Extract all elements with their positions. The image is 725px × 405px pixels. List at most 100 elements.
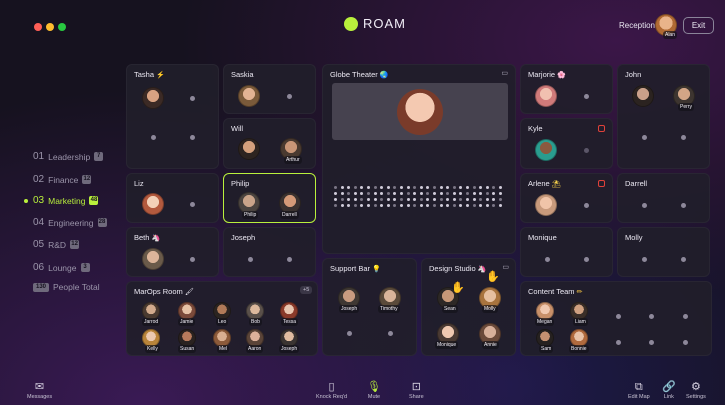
empty-seat[interactable] bbox=[190, 135, 195, 140]
avatar[interactable] bbox=[632, 85, 654, 107]
empty-seat[interactable] bbox=[649, 314, 654, 319]
floor-number: 04 bbox=[33, 217, 45, 228]
audience-seat bbox=[353, 192, 357, 195]
audience-seat bbox=[499, 192, 502, 195]
room-design-studio[interactable]: Design Studio 🦄 ▭ ✋ Sean ✋ Molly Monique… bbox=[421, 258, 516, 356]
floor-count-badge: 12 bbox=[70, 240, 80, 249]
room-arlene[interactable]: Arlene ⛱ bbox=[520, 173, 613, 223]
empty-seat[interactable] bbox=[584, 148, 589, 153]
empty-seat[interactable] bbox=[584, 203, 589, 208]
room-tasha[interactable]: Tasha ⚡ bbox=[126, 64, 219, 169]
audience-seat bbox=[439, 204, 443, 207]
share-button[interactable]: ⊡ Share bbox=[409, 380, 424, 400]
exit-button[interactable]: Exit bbox=[683, 17, 714, 34]
floor-finance[interactable]: 02 Finance 12 bbox=[33, 174, 92, 185]
room-monique[interactable]: Monique bbox=[520, 227, 613, 277]
room-name: John bbox=[625, 70, 642, 79]
audience-seat bbox=[334, 192, 337, 195]
audience-seat bbox=[373, 192, 377, 195]
empty-seat[interactable] bbox=[616, 314, 621, 319]
empty-seat[interactable] bbox=[545, 257, 550, 262]
empty-seat[interactable] bbox=[681, 135, 686, 140]
room-beth[interactable]: Beth 🦄 bbox=[126, 227, 219, 277]
window-close-dot[interactable] bbox=[34, 23, 42, 31]
floor-leadership[interactable]: 01 Leadership 7 bbox=[33, 151, 104, 162]
empty-seat[interactable] bbox=[248, 257, 253, 262]
audience-seat bbox=[466, 192, 469, 195]
empty-seat[interactable] bbox=[190, 96, 195, 101]
room-darrell[interactable]: Darrell bbox=[617, 173, 710, 223]
avatar[interactable] bbox=[142, 248, 164, 270]
empty-seat[interactable] bbox=[388, 331, 393, 336]
avatar-name: Susan bbox=[178, 345, 197, 353]
empty-seat[interactable] bbox=[683, 340, 688, 345]
avatar[interactable] bbox=[535, 139, 557, 161]
empty-seat[interactable] bbox=[190, 257, 195, 262]
window-minimize-dot[interactable] bbox=[46, 23, 54, 31]
room-john[interactable]: John Perry bbox=[617, 64, 710, 169]
room-molly[interactable]: Molly bbox=[617, 227, 710, 277]
overflow-count-badge[interactable]: +5 bbox=[300, 286, 313, 294]
room-support-bar[interactable]: Support Bar 💡 Joseph Timothy bbox=[322, 258, 417, 356]
empty-seat[interactable] bbox=[642, 135, 647, 140]
empty-seat[interactable] bbox=[616, 340, 621, 345]
room-joseph[interactable]: Joseph bbox=[223, 227, 316, 277]
empty-seat[interactable] bbox=[190, 202, 195, 207]
room-will[interactable]: Will Arthur bbox=[223, 118, 316, 169]
room-marjorie[interactable]: Marjorie 🌸 bbox=[520, 64, 613, 114]
messages-button[interactable]: ✉ Messages bbox=[27, 380, 52, 400]
avatar-name: Leo bbox=[216, 318, 229, 326]
avatar-name: Timothy bbox=[378, 305, 400, 313]
room-saskia[interactable]: Saskia bbox=[223, 64, 316, 114]
empty-seat[interactable] bbox=[584, 94, 589, 99]
floor-number: 06 bbox=[33, 262, 45, 273]
screen-share-icon[interactable]: ▭ bbox=[502, 263, 509, 271]
floor-number: 01 bbox=[33, 151, 45, 162]
audience-seat bbox=[400, 204, 403, 207]
room-kyle[interactable]: Kyle bbox=[520, 118, 613, 169]
room-name: Molly bbox=[625, 233, 643, 242]
empty-seat[interactable] bbox=[681, 257, 686, 262]
room-liz[interactable]: Liz bbox=[126, 173, 219, 223]
floor-lounge[interactable]: 06 Lounge 3 bbox=[33, 262, 90, 273]
avatar[interactable] bbox=[238, 138, 260, 160]
room-name: Content Team ✏ bbox=[528, 287, 583, 296]
audience-seat bbox=[499, 204, 502, 207]
mute-button[interactable]: 🎙 Mute bbox=[367, 380, 381, 400]
floor-engineering[interactable]: 04 Engineering 28 bbox=[33, 217, 107, 228]
edit-map-button[interactable]: ⧉ Edit Map bbox=[628, 380, 650, 400]
knock-required-button[interactable]: ▯ Knock Req'd bbox=[316, 380, 347, 400]
link-button[interactable]: 🔗 Link bbox=[662, 380, 676, 400]
empty-seat[interactable] bbox=[584, 257, 589, 262]
avatar[interactable] bbox=[535, 85, 557, 107]
empty-seat[interactable] bbox=[681, 203, 686, 208]
floor-number: 05 bbox=[33, 239, 45, 250]
avatar-name: Joseph bbox=[339, 305, 360, 313]
empty-seat[interactable] bbox=[287, 257, 292, 262]
empty-seat[interactable] bbox=[642, 257, 647, 262]
window-maximize-dot[interactable] bbox=[58, 23, 66, 31]
empty-seat[interactable] bbox=[151, 135, 156, 140]
floor-number: 02 bbox=[33, 174, 45, 185]
empty-seat[interactable] bbox=[649, 340, 654, 345]
avatar-name: Tessa bbox=[281, 318, 299, 326]
empty-seat[interactable] bbox=[287, 94, 292, 99]
stage-speaker-avatar[interactable] bbox=[397, 89, 443, 135]
audience-seat bbox=[419, 204, 423, 207]
audience-seat bbox=[419, 192, 423, 195]
floor-rnd[interactable]: 05 R&D 12 bbox=[33, 239, 80, 250]
avatar[interactable] bbox=[535, 194, 557, 216]
settings-label: Settings bbox=[686, 394, 706, 400]
avatar[interactable] bbox=[238, 85, 260, 107]
empty-seat[interactable] bbox=[642, 203, 647, 208]
room-philip[interactable]: Philip Philip Darrell bbox=[223, 173, 316, 223]
screen-share-icon[interactable]: ▭ bbox=[501, 69, 508, 77]
room-name: Will bbox=[231, 124, 244, 133]
settings-button[interactable]: ⚙ Settings bbox=[686, 380, 706, 400]
avatar[interactable] bbox=[142, 193, 164, 215]
avatar[interactable] bbox=[142, 87, 164, 109]
floor-marketing[interactable]: 03 Marketing 48 bbox=[33, 195, 99, 206]
audience-seat bbox=[406, 192, 410, 195]
empty-seat[interactable] bbox=[683, 314, 688, 319]
empty-seat[interactable] bbox=[347, 331, 352, 336]
